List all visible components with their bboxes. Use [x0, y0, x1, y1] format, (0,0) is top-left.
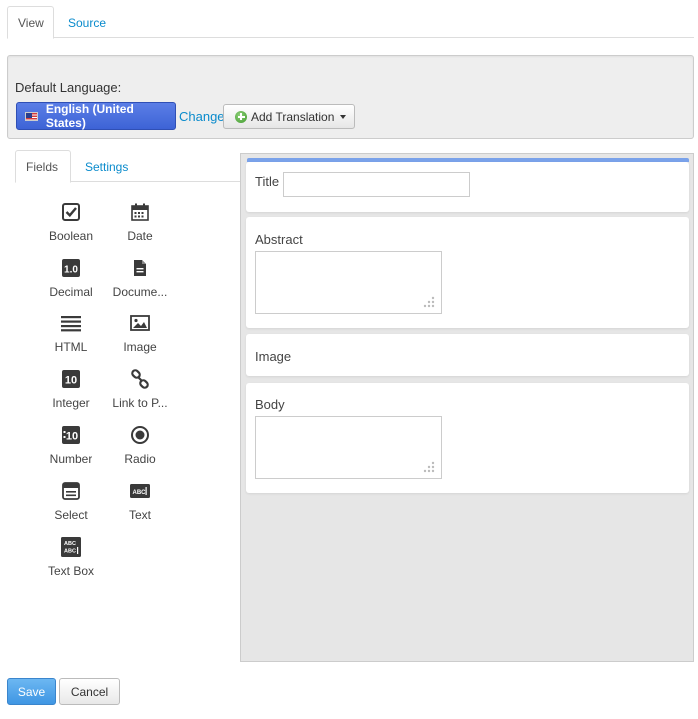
- field-label: HTML: [54, 340, 88, 354]
- toolbox-tabs: Fields Settings: [15, 150, 240, 183]
- language-name: English (United States): [45, 102, 134, 130]
- field-document[interactable]: Docume...: [105, 258, 175, 308]
- add-translation-label: Add Translation: [251, 109, 335, 124]
- field-label: Boolean: [48, 229, 94, 243]
- field-label: Decimal: [49, 285, 93, 299]
- change-language-link[interactable]: Change: [179, 109, 225, 124]
- form-field-title[interactable]: Title: [246, 162, 689, 212]
- add-circle-icon: [235, 110, 247, 123]
- field-text-box[interactable]: ABC ABC Text Box: [36, 537, 106, 587]
- text-icon: ABC: [130, 481, 150, 501]
- language-select-button[interactable]: English (United States): [16, 102, 176, 130]
- decimal-icon: 1.0: [61, 258, 81, 278]
- calendar-icon: [130, 202, 150, 222]
- field-label: Radio: [124, 452, 156, 466]
- radio-icon: [130, 425, 150, 445]
- body-textarea[interactable]: [255, 416, 442, 479]
- field-label: Integer: [52, 396, 90, 410]
- field-decimal[interactable]: 1.0 Decimal: [36, 258, 106, 308]
- default-language-panel: Default Language: English (United States…: [7, 55, 694, 139]
- field-boolean[interactable]: Boolean: [36, 202, 106, 252]
- field-label: Text Box: [47, 564, 95, 578]
- caret-down-icon: [340, 114, 347, 119]
- svg-text:10: 10: [65, 375, 77, 387]
- field-label: Date: [127, 229, 153, 243]
- tab-source[interactable]: Source: [57, 6, 117, 38]
- default-language-label: Default Language:: [15, 80, 122, 95]
- field-label: Text: [128, 508, 151, 522]
- svg-text:1.0: 1.0: [64, 265, 78, 276]
- tab-view[interactable]: View: [7, 6, 54, 39]
- field-label: Docume...: [112, 285, 168, 299]
- svg-text:ABC: ABC: [64, 549, 76, 555]
- tab-fields[interactable]: Fields: [15, 150, 71, 183]
- us-flag-icon: [25, 111, 38, 121]
- textbox-icon: ABC ABC: [61, 537, 81, 557]
- form-field-image[interactable]: Image: [246, 334, 689, 376]
- cancel-button[interactable]: Cancel: [59, 678, 120, 705]
- svg-text:10: 10: [66, 431, 78, 443]
- field-text[interactable]: ABC Text: [105, 481, 175, 531]
- checkbox-icon: [61, 202, 81, 222]
- field-label: Number: [49, 452, 93, 466]
- field-label: Image: [123, 340, 157, 354]
- form-field-label: Abstract: [255, 232, 303, 247]
- abstract-textarea[interactable]: [255, 251, 442, 314]
- form-field-label: Title: [255, 174, 280, 189]
- image-icon: [130, 313, 150, 333]
- form-field-label: Image: [255, 349, 292, 364]
- field-integer[interactable]: 10 Integer: [36, 369, 106, 419]
- resize-grip-icon[interactable]: [423, 461, 435, 473]
- html-lines-icon: [61, 313, 81, 333]
- field-link-to-page[interactable]: Link to P...: [105, 369, 175, 419]
- select-icon: [61, 481, 81, 501]
- field-date[interactable]: Date: [105, 202, 175, 252]
- tab-settings[interactable]: Settings: [74, 150, 139, 182]
- form-field-abstract[interactable]: Abstract: [246, 217, 689, 328]
- save-button[interactable]: Save: [7, 678, 56, 705]
- form-canvas: Title Abstract Image Body: [240, 153, 694, 662]
- add-translation-button[interactable]: Add Translation: [223, 104, 355, 129]
- field-label: Select: [54, 508, 88, 522]
- form-field-label: Body: [255, 397, 285, 412]
- integer-icon: 10: [61, 369, 81, 389]
- svg-text:ABC: ABC: [133, 490, 147, 496]
- field-html[interactable]: HTML: [36, 313, 106, 363]
- field-radio[interactable]: Radio: [105, 425, 175, 475]
- document-icon: [130, 258, 150, 278]
- form-field-body[interactable]: Body: [246, 383, 689, 493]
- field-number[interactable]: 10 Number: [36, 425, 106, 475]
- number-icon: 10: [61, 425, 81, 445]
- view-source-tabs: View Source: [7, 6, 694, 39]
- svg-text:ABC: ABC: [64, 541, 76, 547]
- resize-grip-icon[interactable]: [423, 296, 435, 308]
- title-input[interactable]: [283, 172, 470, 197]
- link-icon: [130, 369, 150, 389]
- field-image[interactable]: Image: [105, 313, 175, 363]
- field-select[interactable]: Select: [36, 481, 106, 531]
- field-label: Link to P...: [112, 396, 168, 410]
